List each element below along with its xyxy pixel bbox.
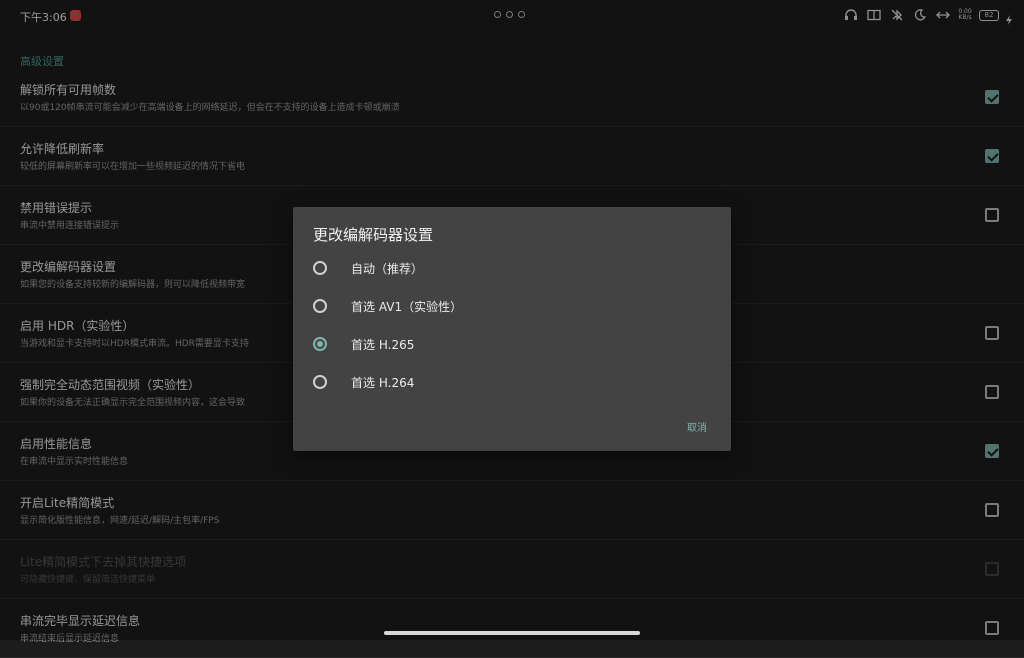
option-label: 自动（推荐） (351, 261, 424, 276)
option-label: 首选 AV1（实验性） (351, 299, 463, 314)
dialog-title: 更改编解码器设置 (313, 226, 434, 244)
home-indicator[interactable] (384, 631, 640, 635)
codec-option-h265[interactable]: 首选 H.265 (313, 329, 713, 359)
radio-button[interactable] (313, 261, 327, 275)
cancel-button[interactable]: 取消 (687, 419, 707, 434)
codec-dialog: 更改编解码器设置 自动（推荐） 首选 AV1（实验性） 首选 H.265 首选 … (293, 207, 731, 451)
radio-button[interactable] (313, 375, 327, 389)
option-label: 首选 H.264 (351, 375, 415, 390)
codec-option-auto[interactable]: 自动（推荐） (313, 253, 713, 283)
codec-option-av1[interactable]: 首选 AV1（实验性） (313, 291, 713, 321)
option-label: 首选 H.265 (351, 337, 415, 352)
radio-button-selected[interactable] (313, 337, 327, 351)
codec-option-h264[interactable]: 首选 H.264 (313, 367, 713, 397)
radio-button[interactable] (313, 299, 327, 313)
